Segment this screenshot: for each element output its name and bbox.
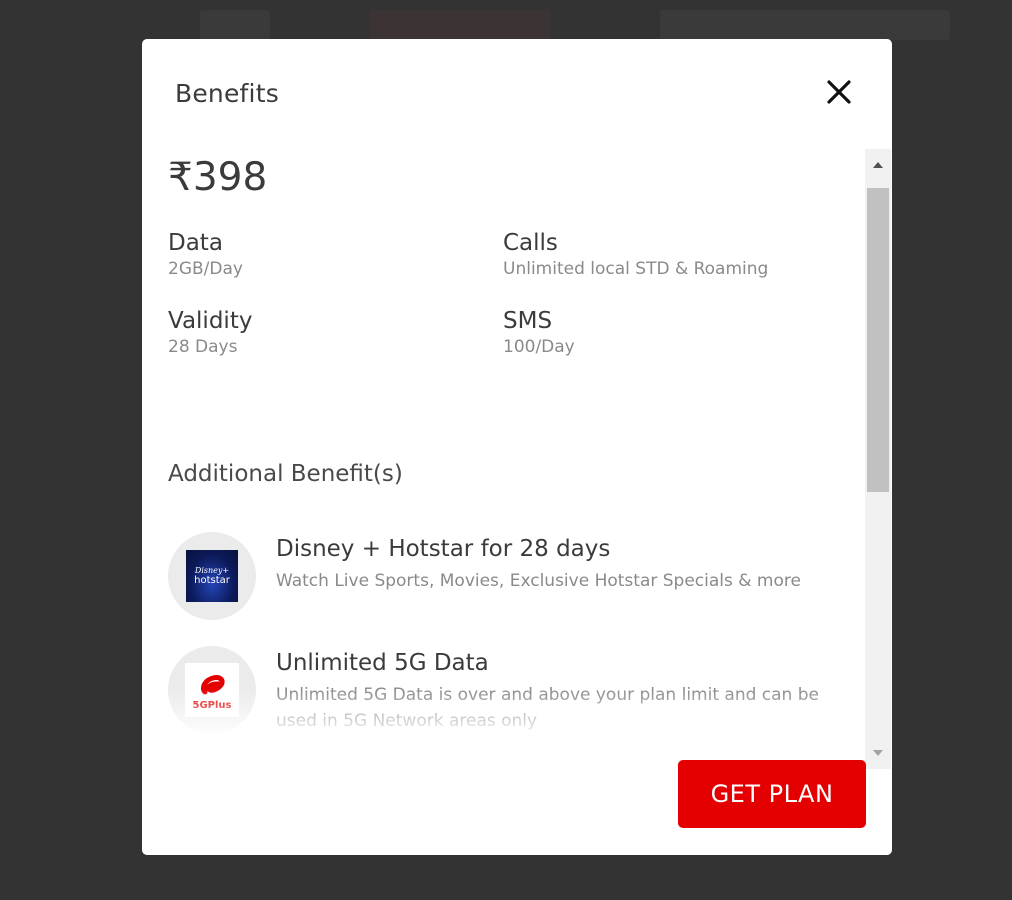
scroll-up-button[interactable] [865, 149, 891, 181]
scroll-thumb[interactable] [867, 188, 889, 492]
background-content [660, 10, 950, 40]
caret-up-icon [873, 162, 883, 168]
scrollbar[interactable] [865, 149, 891, 769]
spec-value: 28 Days [168, 337, 238, 357]
disney-hotstar-logo-icon: Disney+ hotstar [186, 550, 238, 602]
benefit-description: Watch Live Sports, Movies, Exclusive Hot… [276, 571, 801, 591]
benefits-scroll-area[interactable]: ₹398 Data 2GB/Day Calls Unlimited local … [168, 149, 866, 769]
spec-value: 2GB/Day [168, 259, 243, 279]
benefits-modal: Benefits ₹398 Data 2GB/Day Calls Unlimit… [142, 39, 892, 855]
modal-title: Benefits [175, 79, 279, 108]
logo-text: hotstar [194, 574, 230, 586]
spec-value: 100/Day [503, 337, 575, 357]
benefit-icon-circle: Disney+ hotstar [168, 532, 256, 620]
spec-label: SMS [503, 308, 553, 334]
spec-label: Validity [168, 308, 253, 334]
benefit-title: Disney + Hotstar for 28 days [276, 536, 611, 562]
close-icon [827, 80, 851, 104]
scroll-fade-overlay [168, 689, 866, 769]
spec-sms: SMS 100/Day [503, 307, 575, 359]
close-button[interactable] [822, 75, 856, 109]
caret-down-icon [873, 750, 883, 756]
benefit-title: Unlimited 5G Data [276, 650, 489, 676]
spec-label: Calls [503, 230, 558, 256]
get-plan-button[interactable]: GET PLAN [678, 760, 866, 828]
spec-data: Data 2GB/Day [168, 229, 243, 281]
spec-value: Unlimited local STD & Roaming [503, 259, 769, 279]
logo-text: Disney+ [194, 565, 230, 575]
spec-calls: Calls Unlimited local STD & Roaming [503, 229, 768, 281]
scroll-down-button[interactable] [865, 737, 891, 769]
additional-benefits-title: Additional Benefit(s) [168, 461, 403, 487]
background-content [200, 10, 270, 40]
spec-validity: Validity 28 Days [168, 307, 252, 359]
spec-label: Data [168, 230, 223, 256]
background-content [370, 10, 550, 40]
plan-price: ₹398 [168, 155, 268, 200]
